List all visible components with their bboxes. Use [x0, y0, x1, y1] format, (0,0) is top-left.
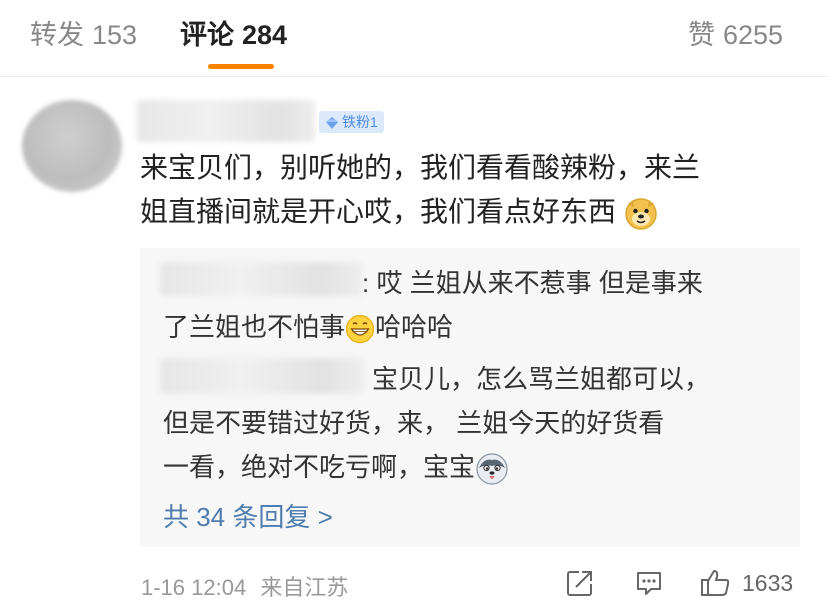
- reply-button[interactable]: [634, 568, 664, 603]
- tab-comments[interactable]: 评论 284: [180, 13, 287, 52]
- tab-likes[interactable]: 赞 6255: [688, 13, 783, 52]
- tab-likes-count: 6255: [723, 20, 784, 50]
- tab-comments-label: 评论: [180, 20, 234, 50]
- reply-1-username-blurred[interactable]: [160, 262, 362, 296]
- avatar[interactable]: [22, 100, 122, 192]
- more-replies-link[interactable]: 共 34 条回复 >: [163, 497, 333, 534]
- comment-text-line-2: 姐直播间就是开心哎，我们看点好东西: [140, 194, 658, 231]
- diamond-icon: [326, 117, 338, 129]
- doge-emoji-icon: [625, 197, 657, 230]
- reply-2-text-line-3-text: 一看，绝对不吃亏啊，宝宝: [163, 452, 476, 482]
- comment-icon: [637, 572, 661, 595]
- reply-1-text-line-2: 了兰姐也不怕事 哈哈哈: [163, 310, 453, 344]
- timestamp: 1-16 12:04: [141, 575, 247, 600]
- tab-reposts-label: 转发: [30, 20, 84, 50]
- reply-1-text-line-2-text: 了兰姐也不怕事: [163, 312, 346, 342]
- reply-2-username-blurred[interactable]: [160, 358, 364, 394]
- username-blurred[interactable]: [137, 100, 315, 142]
- grin-emoji-icon: [345, 315, 375, 344]
- tab-reposts[interactable]: 转发 153: [30, 13, 137, 52]
- tab-comments-count: 284: [242, 20, 288, 50]
- reply-2-text-line-3: 一看，绝对不吃亏啊，宝宝: [163, 450, 509, 486]
- reply-1-text-line-2-tail: 哈哈哈: [375, 312, 454, 342]
- reply-1-text-line-1: : 哎 兰姐从来不惹事 但是事来: [362, 268, 703, 298]
- repost-icon: [567, 571, 592, 596]
- comment-text-line-2-text: 姐直播间就是开心哎，我们看点好东西: [140, 196, 617, 227]
- like-button[interactable]: [700, 568, 732, 603]
- location: 来自江苏: [260, 575, 349, 600]
- comment-text-line-1: 来宝贝们，别听她的，我们看看酸辣粉，来兰: [140, 152, 701, 183]
- fan-badge[interactable]: 铁粉1: [319, 111, 384, 133]
- reply-2-text-line-2: 但是不要错过好货，来， 兰姐今天的好货看: [163, 408, 665, 438]
- reply-2-text-line-1: 宝贝儿，怎么骂兰姐都可以，: [372, 364, 711, 394]
- fan-badge-label: 铁粉1: [342, 114, 378, 130]
- tab-likes-label: 赞: [688, 20, 715, 50]
- comment-meta: 1-16 12:04 来自江苏: [141, 570, 348, 602]
- like-count: 1633: [742, 570, 794, 596]
- repost-button[interactable]: [565, 568, 595, 603]
- tab-bar: 转发 153 评论 284 赞 6255: [0, 0, 828, 77]
- tab-reposts-count: 153: [92, 20, 138, 50]
- active-tab-indicator: [208, 64, 274, 69]
- comment-footer: 1-16 12:04 来自江苏 1633: [0, 566, 828, 602]
- thumbs-up-icon: [701, 570, 730, 596]
- husky-emoji-icon: [476, 453, 508, 485]
